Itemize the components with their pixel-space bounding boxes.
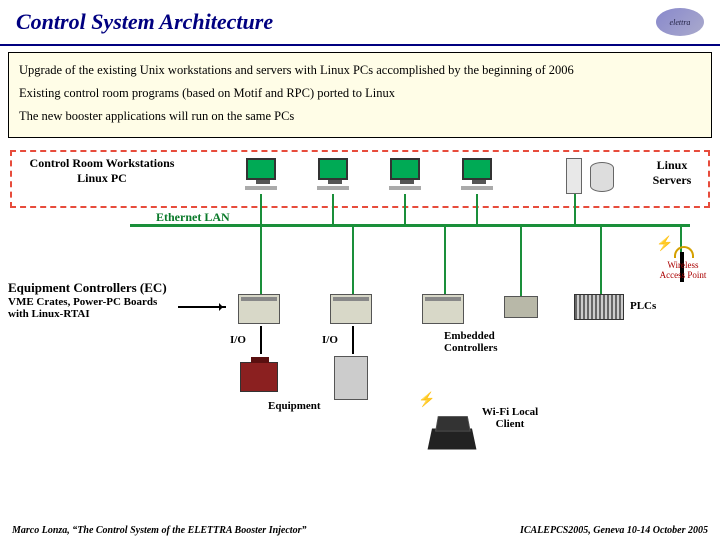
equipment-controllers-label: Equipment Controllers (EC) [8, 280, 167, 296]
io-label: I/O [230, 334, 246, 346]
embedded-controller-icon [504, 296, 538, 318]
vme-crate-icon [238, 294, 280, 324]
plc-icon [574, 294, 624, 320]
crw-line1: Control Room Workstations [22, 156, 182, 171]
vme-label: VME Crates, Power-PC Boards with Linux-R… [8, 296, 178, 320]
footer-right: ICALEPCS2005, Geneva 10-14 October 2005 [520, 525, 708, 536]
servers-line1: Linux [642, 158, 702, 173]
net-line [444, 226, 446, 298]
workstation-icon [310, 158, 356, 190]
net-line [574, 194, 576, 226]
architecture-diagram: Control Room Workstations Linux PC Linux… [0, 144, 720, 504]
control-room-label: Control Room Workstations Linux PC [22, 156, 182, 186]
plcs-label: PLCs [630, 300, 656, 312]
vme-crate-icon [330, 294, 372, 324]
title-bar: Control System Architecture elettra [0, 0, 720, 46]
wireless-spark-icon: ⚡ [418, 392, 435, 409]
servers-line2: Servers [642, 173, 702, 188]
equipment-icon [240, 362, 278, 392]
net-line [260, 226, 262, 298]
footer: Marco Lonza, “The Control System of the … [0, 525, 720, 536]
embedded-controllers-label: Embedded Controllers [444, 330, 524, 354]
server-icon [566, 158, 582, 194]
net-line [600, 226, 602, 298]
net-line [520, 226, 522, 298]
rack-icon [334, 356, 368, 400]
textbox-line-2: Existing control room programs (based on… [19, 84, 701, 103]
equipment-label: Equipment [268, 400, 321, 412]
footer-left: Marco Lonza, “The Control System of the … [12, 525, 306, 536]
workstation-icon [382, 158, 428, 190]
net-line [352, 226, 354, 298]
page-title: Control System Architecture [16, 9, 273, 35]
wifi-client-label: Wi-Fi Local Client [480, 406, 540, 430]
linux-servers-label: Linux Servers [642, 158, 702, 188]
wireless-spark-icon: ⚡ [656, 236, 673, 253]
logo: elettra [656, 8, 704, 36]
workstation-icon [238, 158, 284, 190]
ethernet-lan-label: Ethernet LAN [156, 210, 230, 225]
textbox-line-3: The new booster applications will run on… [19, 107, 701, 126]
net-line [404, 194, 406, 226]
io-line [352, 326, 354, 354]
net-line [332, 194, 334, 226]
crw-line2: Linux PC [22, 171, 182, 186]
net-line [476, 194, 478, 226]
arrow-icon [178, 306, 226, 308]
info-textbox: Upgrade of the existing Unix workstation… [8, 52, 712, 138]
io-line [260, 326, 262, 354]
laptop-icon [428, 429, 477, 450]
net-line [260, 194, 262, 226]
vme-crate-icon [422, 294, 464, 324]
wireless-access-point-label: Wireless Access Point [654, 260, 712, 280]
io-label: I/O [322, 334, 338, 346]
storage-cylinder-icon [590, 162, 614, 192]
workstation-icon [454, 158, 500, 190]
textbox-line-1: Upgrade of the existing Unix workstation… [19, 61, 701, 80]
